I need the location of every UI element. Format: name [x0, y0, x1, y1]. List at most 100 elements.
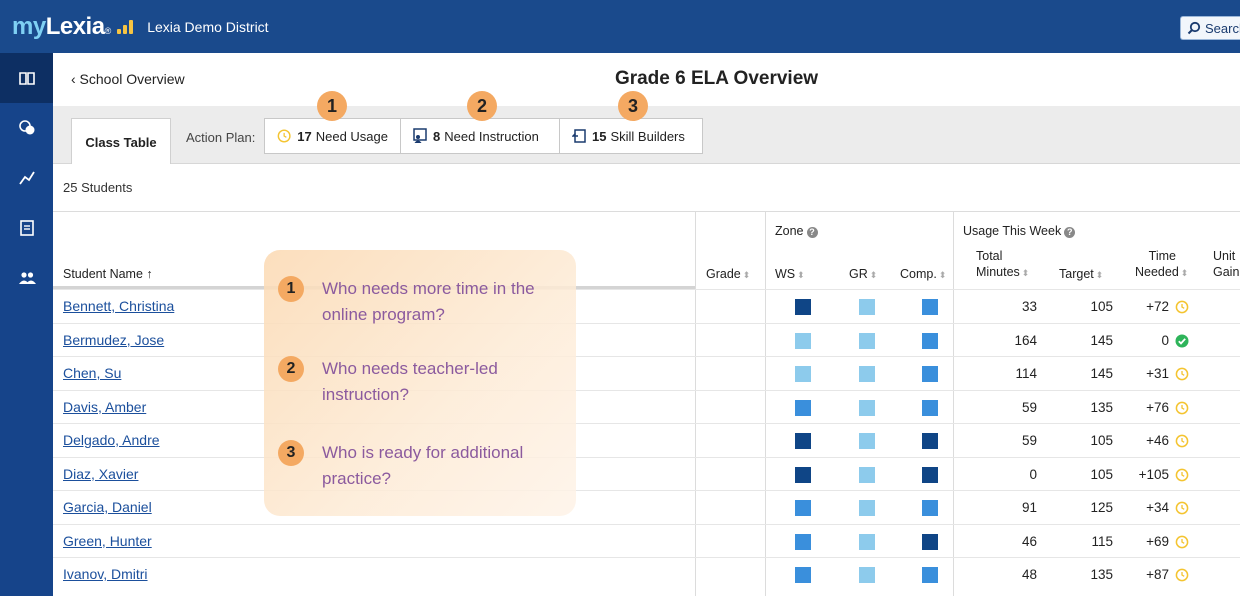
header-grade[interactable]: Grade ⬍	[706, 266, 750, 283]
zone-ws-indicator	[795, 466, 811, 483]
zone-comp-indicator	[922, 433, 938, 449]
header-comp[interactable]: Comp. ⬍	[900, 266, 946, 283]
page-header: ‹ School Overview Grade 6 ELA Overview	[53, 53, 1240, 106]
logo-bars-icon	[117, 19, 134, 34]
student-name-link[interactable]: Delgado, Andre	[63, 432, 160, 448]
callout-number-1: 1	[278, 276, 304, 302]
nav-item-trends[interactable]	[0, 153, 53, 203]
need-usage-count: 17	[297, 128, 312, 144]
clock-icon	[1175, 568, 1189, 582]
student-name-link[interactable]: Diaz, Xavier	[63, 466, 138, 482]
table-row: Green, Hunter 46 115 +69	[53, 523, 1240, 558]
header-ws[interactable]: WS ⬍	[775, 266, 805, 283]
table-row: Delgado, Andre 59 105 +46	[53, 423, 1240, 457]
nav-item-chat[interactable]	[0, 103, 53, 153]
header-time-line1: Time	[1148, 249, 1176, 263]
total-minutes-value: 0	[1029, 466, 1037, 482]
zone-comp-indicator	[922, 567, 938, 583]
target-value: 145	[1090, 332, 1113, 348]
header-time-needed[interactable]: Time Needed ⬍	[1135, 248, 1188, 281]
chat-icon	[18, 120, 34, 135]
table-row: Davis, Amber 59 135 +76	[53, 389, 1240, 424]
student-count-row: 25 Students	[53, 164, 1240, 211]
time-needed-value: +105	[1138, 466, 1169, 482]
header-comp-label: Comp.	[900, 267, 937, 281]
time-needed-value: +87	[1146, 567, 1169, 582]
check-icon	[1175, 334, 1189, 347]
logo-registered-mark: ®	[104, 25, 112, 36]
nav-item-people[interactable]	[0, 253, 53, 303]
callout-number-2: 2	[278, 356, 304, 382]
zone-ws-indicator	[795, 500, 811, 516]
student-name-link[interactable]: Chen, Su	[63, 365, 121, 381]
student-name-link[interactable]: Bennett, Christina	[63, 298, 174, 314]
left-nav	[0, 53, 53, 596]
header-gr[interactable]: GR ⬍	[849, 266, 877, 283]
need-instruction-count: 8	[433, 128, 441, 144]
header-target-label: Target	[1059, 267, 1094, 281]
zone-ws-indicator	[795, 332, 811, 349]
header-total-line1: Total	[976, 249, 1003, 263]
zone-comp-indicator	[922, 332, 938, 349]
class-table: Student Name ↑ Grade ⬍ Zone? WS ⬍ GR ⬍ Comp…	[53, 211, 1240, 596]
time-needed-value: +72	[1146, 299, 1169, 314]
people-icon	[18, 272, 36, 284]
zone-group-text: Zone	[775, 224, 804, 238]
header-unit-gain[interactable]: Unit Gain	[1213, 248, 1239, 280]
table-header: Student Name ↑ Grade ⬍ Zone? WS ⬍ GR ⬍ Comp…	[53, 211, 1240, 289]
target-value: 105	[1090, 299, 1113, 314]
district-name: Lexia Demo District	[147, 18, 269, 35]
nav-item-book[interactable]	[0, 53, 53, 103]
header-unit-line1: Unit	[1213, 249, 1236, 263]
target-value: 115	[1091, 533, 1113, 549]
table-row: Ivanov, Dmitri 48 135 +87	[53, 557, 1240, 591]
sort-icon: ⬍	[1021, 268, 1030, 278]
total-minutes-value: 33	[1021, 299, 1037, 314]
need-instruction-label: Need Instruction	[444, 128, 539, 144]
student-name-link[interactable]: Bermudez, Jose	[63, 332, 164, 348]
skill-builder-icon	[572, 129, 586, 143]
clock-icon	[1175, 501, 1189, 515]
total-minutes-value: 114	[1015, 366, 1037, 381]
student-name-link[interactable]: Garcia, Daniel	[63, 499, 152, 515]
sort-icon: ⬍	[938, 270, 947, 280]
clock-icon	[1175, 468, 1189, 481]
header-total-minutes[interactable]: Total Minutes ⬍	[976, 248, 1029, 281]
skill-builders-button[interactable]: 15 Skill Builders	[559, 118, 703, 154]
zone-gr-indicator	[859, 500, 875, 516]
zone-comp-indicator	[922, 299, 938, 315]
total-minutes-value: 59	[1021, 433, 1037, 448]
zone-ws-indicator	[795, 533, 811, 550]
student-count: 25 Students	[63, 180, 133, 195]
mylexia-logo[interactable]: my Lexia ®	[12, 13, 147, 41]
time-needed-value: +76	[1146, 399, 1169, 415]
help-icon[interactable]: ?	[806, 227, 818, 238]
callout-text-2: Who needs teacher-led instruction?	[322, 359, 498, 404]
zone-comp-indicator	[922, 533, 938, 550]
header-target[interactable]: Target ⬍	[1059, 266, 1103, 283]
badge-3: 3	[618, 91, 648, 121]
zone-gr-indicator	[859, 567, 875, 583]
clock-icon	[1175, 367, 1189, 381]
student-name-link[interactable]: Green, Hunter	[63, 533, 152, 549]
nav-item-reports[interactable]	[0, 203, 53, 253]
header-student-name[interactable]: Student Name ↑	[63, 266, 153, 282]
clock-icon	[277, 129, 291, 143]
header-unit-line2: Gain	[1213, 265, 1240, 279]
table-row: Bennett, Christina 33 105 +72	[53, 289, 1240, 323]
header-grade-label: Grade	[706, 267, 741, 281]
student-name-link[interactable]: Davis, Amber	[63, 399, 146, 415]
clock-icon	[1175, 535, 1189, 548]
zone-group-label: Zone?	[775, 224, 818, 238]
target-value: 105	[1090, 466, 1113, 482]
need-usage-button[interactable]: 17 Need Usage	[264, 118, 401, 154]
tab-class-table[interactable]: Class Table	[71, 118, 171, 165]
table-row: Diaz, Xavier 0 105 +105	[53, 456, 1240, 491]
search-button[interactable]: Search	[1180, 16, 1240, 40]
student-name-link[interactable]: Ivanov, Dmitri	[63, 566, 148, 582]
target-value: 105	[1090, 433, 1113, 448]
need-instruction-button[interactable]: 8 Need Instruction	[400, 118, 560, 154]
help-icon[interactable]: ?	[1064, 227, 1076, 238]
time-needed-value: +69	[1146, 533, 1169, 549]
target-value: 145	[1090, 366, 1113, 381]
